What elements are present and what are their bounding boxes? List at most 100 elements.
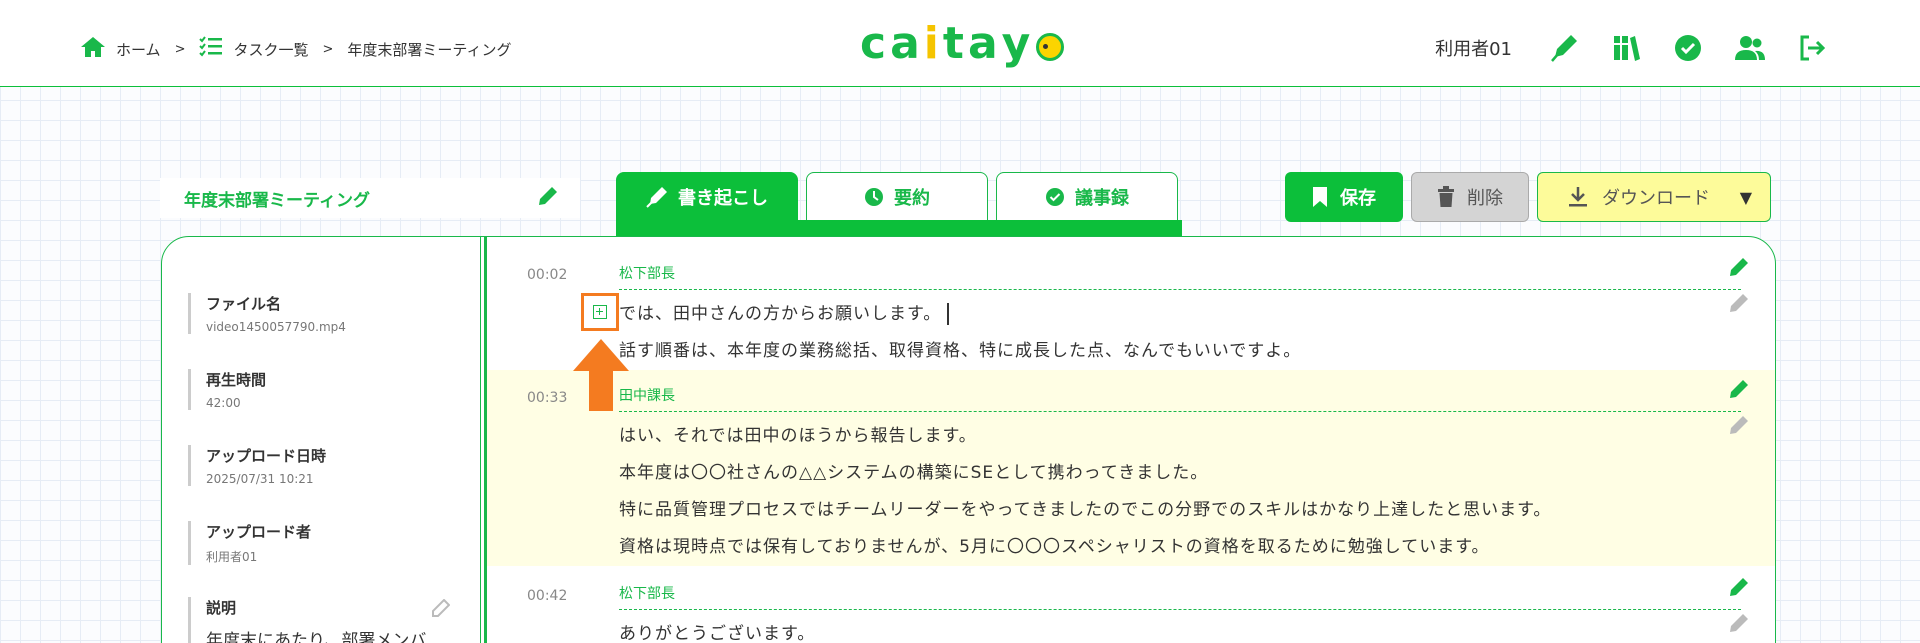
app-logo[interactable]: caitay (860, 18, 1065, 69)
meta-label: 説明 (206, 599, 237, 617)
logo-letter: c (860, 18, 891, 69)
save-button[interactable]: 保存 (1285, 172, 1403, 222)
download-button-label: ダウンロード (1602, 188, 1710, 209)
edit-text-icon[interactable] (1729, 293, 1749, 317)
breadcrumb-separator: > (322, 41, 334, 57)
meta-value: 42:00 (206, 396, 241, 410)
app-header: ホーム > タスク一覧 > 年度末部署ミーティング caitay 利用者01 (0, 0, 1920, 87)
transcript-segment: 00:42 松下部長 ありがとうございます。 (487, 566, 1775, 643)
transcript-line[interactable]: 本年度は〇〇社さんの△△システムの構築にSEとして携わってきました。 (619, 458, 1208, 483)
segment-divider (619, 411, 1741, 412)
user-name: 利用者01 (1435, 39, 1512, 60)
transcript-segment: 00:02 松下部長 では、田中さんの方からお願いします。 話す順番は、本年度の… (487, 237, 1775, 370)
meta-uploader: アップロード者 利用者01 (188, 521, 311, 565)
meta-value: 2025/07/31 10:21 (206, 472, 314, 486)
meta-value: 利用者01 (206, 550, 258, 564)
logo-letter: t (942, 18, 968, 69)
action-bar: 保存 削除 ダウンロード ▼ (1285, 172, 1771, 222)
tab-label: 議事録 (1075, 188, 1129, 209)
split-icon (593, 305, 607, 319)
panel-divider (480, 237, 487, 643)
save-button-label: 保存 (1340, 188, 1376, 209)
meta-duration: 再生時間 42:00 (188, 369, 266, 410)
breadcrumb-tasks[interactable]: タスク一覧 (199, 36, 308, 62)
breadcrumb-separator: > (174, 41, 186, 57)
text-cursor (947, 303, 949, 325)
tab-summary[interactable]: 要約 (806, 172, 988, 222)
tab-transcription[interactable]: 書き起こし (616, 172, 798, 222)
edit-text-icon[interactable] (1729, 613, 1749, 637)
segment-divider (619, 289, 1741, 290)
transcript-area: 00:02 松下部長 では、田中さんの方からお願いします。 話す順番は、本年度の… (487, 237, 1775, 643)
edit-title-icon[interactable] (538, 186, 558, 210)
transcript-line[interactable]: 資格は現時点では保有しておりませんが、5月に〇〇〇スペシャリストの資格を取るため… (619, 532, 1490, 557)
tab-label: 書き起こし (678, 188, 768, 209)
transcript-line[interactable]: 特に品質管理プロセスではチームリーダーをやってきましたのでこの分野でのスキルはか… (619, 495, 1551, 520)
check-circle-icon[interactable] (1670, 30, 1706, 66)
edit-text-icon[interactable] (1729, 415, 1749, 439)
breadcrumb-home[interactable]: ホーム (80, 36, 161, 62)
delete-button[interactable]: 削除 (1411, 172, 1529, 222)
chevron-down-icon: ▼ (1739, 187, 1752, 207)
segment-speaker: 松下部長 (619, 586, 675, 602)
task-list-icon (199, 36, 223, 62)
meta-file: ファイル名 video1450057790.mp4 (188, 293, 346, 334)
meta-label: 再生時間 (206, 371, 267, 389)
page-title: 年度末部署ミーティング (184, 190, 370, 211)
pen-nib-icon (646, 187, 667, 208)
tab-label: 要約 (894, 188, 930, 209)
trash-icon (1438, 186, 1454, 207)
file-info-sidebar: ファイル名 video1450057790.mp4 再生時間 42:00 アップ… (162, 237, 480, 643)
breadcrumb-tasks-label: タスク一覧 (233, 40, 309, 59)
segment-time[interactable]: 00:33 (527, 390, 567, 406)
edit-description-icon[interactable] (432, 598, 451, 621)
transcript-line-text: では、田中さんの方からお願いします。 (619, 304, 942, 324)
edit-speaker-icon[interactable] (1729, 379, 1749, 403)
meta-label: アップロード者 (206, 523, 312, 541)
breadcrumb: ホーム > タスク一覧 > 年度末部署ミーティング (80, 36, 512, 62)
bookmark-icon (1313, 187, 1327, 207)
meta-label: ファイル名 (206, 295, 282, 313)
segment-time[interactable]: 00:42 (527, 588, 567, 604)
split-segment-button[interactable] (581, 293, 619, 331)
transcript-line[interactable]: では、田中さんの方からお願いします。 (619, 299, 949, 325)
annotation-arrow-icon (573, 339, 629, 411)
task-title-box: 年度末部署ミーティング (160, 178, 580, 218)
segment-divider (619, 609, 1741, 610)
pen-nib-icon[interactable] (1546, 30, 1582, 66)
home-icon (80, 36, 106, 62)
breadcrumb-home-label: ホーム (116, 40, 161, 59)
meta-value: video1450057790.mp4 (206, 320, 346, 334)
download-icon (1569, 187, 1587, 207)
transcript-line[interactable]: 話す順番は、本年度の業務総括、取得資格、特に成長した点、なんでもいいですよ。 (619, 336, 1301, 361)
user-menu: 利用者01 (1435, 30, 1830, 66)
transcript-segment-active: 00:33 田中課長 はい、それでは田中のほうから報告します。 本年度は〇〇社さ… (487, 370, 1775, 566)
tab-minutes[interactable]: 議事録 (996, 172, 1178, 222)
breadcrumb-current: 年度末部署ミーティング (347, 39, 511, 60)
logo-letter: y (1001, 18, 1035, 69)
meta-description-text: 年度末にあたり、部署メンバ (206, 631, 427, 643)
logout-icon[interactable] (1794, 30, 1830, 66)
logo-letter: i (923, 18, 943, 69)
edit-speaker-icon[interactable] (1729, 257, 1749, 281)
segment-time[interactable]: 00:02 (527, 267, 567, 283)
segment-speaker: 松下部長 (619, 266, 675, 282)
breadcrumb-current-label: 年度末部署ミーティング (347, 40, 512, 59)
meta-description: 説明 年度末にあたり、部署メンバ (188, 597, 448, 643)
meta-label: アップロード日時 (206, 447, 327, 465)
content-panel: ファイル名 video1450057790.mp4 再生時間 42:00 アップ… (161, 236, 1776, 643)
view-tabs: 書き起こし 要約 議事録 (616, 172, 1178, 222)
transcript-line[interactable]: はい、それでは田中のほうから報告します。 (619, 421, 977, 446)
edit-speaker-icon[interactable] (1729, 577, 1749, 601)
logo-letter: a (967, 18, 1002, 69)
tab-underline (616, 220, 1182, 236)
transcript-line[interactable]: ありがとうございます。 (619, 619, 815, 643)
clock-icon (865, 188, 883, 206)
check-circle-icon (1046, 188, 1064, 206)
download-dropdown[interactable]: ダウンロード ▼ (1537, 172, 1771, 222)
chick-icon (1036, 32, 1065, 61)
users-icon[interactable] (1732, 30, 1768, 66)
books-icon[interactable] (1608, 30, 1644, 66)
delete-button-label: 削除 (1467, 188, 1503, 209)
meta-upload-date: アップロード日時 2025/07/31 10:21 (188, 445, 326, 486)
